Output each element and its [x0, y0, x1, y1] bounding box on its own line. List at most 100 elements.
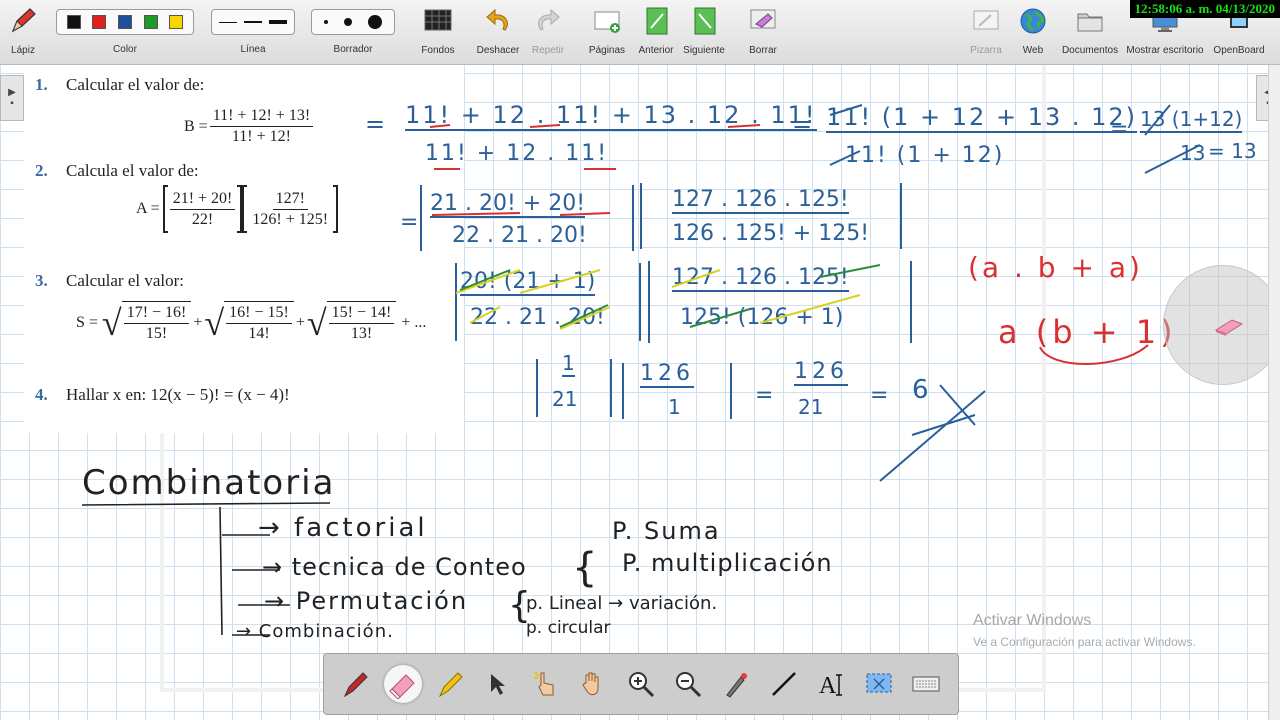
highlighter-icon	[438, 672, 463, 698]
redo-icon	[531, 4, 565, 38]
top-toolbar: Lápiz Color Línea Borrador Fondos Deshac…	[0, 0, 1280, 65]
ink-equals: =	[870, 383, 889, 408]
globe-icon	[1016, 4, 1050, 38]
screen-capture-icon	[866, 673, 892, 693]
ink-equals: =	[755, 383, 774, 408]
pointing-hand-icon	[533, 671, 554, 696]
color-black-swatch[interactable]	[66, 15, 81, 29]
previous-page-label: Anterior	[638, 45, 674, 56]
line-thick-option[interactable]	[268, 20, 287, 24]
undo-label: Deshacer	[476, 45, 520, 56]
pen-tool[interactable]: Lápiz	[6, 4, 40, 62]
eraser-size-selector	[311, 9, 395, 35]
previous-page-icon	[639, 4, 673, 38]
dock-interact-tool[interactable]	[527, 665, 565, 703]
ink-tecnica-de-conteo: → tecnica de Conteo	[262, 553, 527, 581]
text-icon: A	[819, 673, 843, 699]
line-medium-option[interactable]	[243, 21, 262, 23]
clear-board-button[interactable]: Borrar	[746, 4, 780, 62]
previous-page-button[interactable]: Anterior	[636, 4, 676, 62]
dock-text-tool[interactable]: A	[812, 665, 850, 703]
dock-pen-tool[interactable]	[337, 665, 375, 703]
line-icon	[771, 672, 796, 696]
dock-line-tool[interactable]	[765, 665, 803, 703]
clear-board-icon	[746, 4, 780, 38]
line-width-selector	[211, 9, 295, 35]
ink-p-circular: p. circular	[526, 618, 611, 638]
dock-hand-tool[interactable]	[574, 665, 612, 703]
pages-label: Páginas	[588, 45, 626, 56]
arrow-cursor-icon	[491, 674, 506, 695]
clock-display: 12:58:06 a. m. 04/13/2020	[1129, 0, 1280, 18]
backgrounds-label: Fondos	[421, 45, 455, 56]
dock-highlighter-tool[interactable]	[432, 665, 470, 703]
color-yellow-swatch[interactable]	[169, 15, 184, 29]
next-page-button[interactable]: Siguiente	[683, 4, 725, 62]
eraser-cursor-icon	[1214, 319, 1244, 336]
dock-capture-tool[interactable]	[860, 665, 898, 703]
color-label: Color	[113, 44, 137, 55]
ink-p-lineal: p. Lineal → variación.	[526, 593, 718, 614]
next-page-label: Siguiente	[683, 45, 725, 56]
dock-zoom-in-tool[interactable]	[622, 665, 660, 703]
laser-pointer-icon	[726, 673, 748, 698]
ink-p-suma: P. Suma	[612, 517, 721, 545]
color-red-swatch[interactable]	[92, 15, 107, 29]
dock-eraser-tool[interactable]	[384, 665, 423, 703]
backgrounds-icon	[421, 4, 455, 38]
eraser-medium-option[interactable]	[344, 18, 352, 26]
vertical-scrollbar[interactable]	[1268, 65, 1280, 720]
undo-icon	[481, 4, 515, 38]
color-blue-swatch[interactable]	[117, 15, 132, 29]
left-panel-toggle[interactable]: ▶ ▪	[0, 75, 24, 121]
hand-icon	[582, 672, 599, 696]
ink-row4-middle-numerator: 126	[794, 359, 848, 386]
ink-row4-f1-denominator: 21	[552, 387, 578, 411]
ink-factorial: → factorial	[258, 513, 428, 543]
eraser-cursor	[1163, 265, 1280, 385]
redo-label: Repetir	[531, 45, 565, 56]
eraser-icon	[389, 674, 416, 699]
dock-keyboard-tool[interactable]	[907, 665, 945, 703]
documents-label: Documentos	[1061, 45, 1119, 56]
backgrounds-button[interactable]: Fondos	[420, 4, 456, 62]
eraser-large-option[interactable]	[368, 15, 382, 29]
zoom-out-icon	[676, 672, 702, 698]
ink-row4-result: 6	[912, 375, 929, 405]
pen-label: Lápiz	[11, 45, 35, 56]
next-page-icon	[687, 4, 721, 38]
documents-button[interactable]: Documentos	[1062, 4, 1118, 62]
web-label: Web	[1022, 45, 1044, 56]
dock-selector-tool[interactable]	[479, 665, 517, 703]
redo-button[interactable]: Repetir	[530, 4, 566, 62]
line-label: Línea	[240, 44, 266, 55]
undo-button[interactable]: Deshacer	[476, 4, 520, 62]
ink-p-multiplicacion: P. multiplicación	[622, 549, 833, 577]
eraser-label: Borrador	[333, 44, 373, 55]
tool-dock: A	[323, 653, 959, 715]
zoom-in-icon	[628, 672, 655, 698]
board-button[interactable]: Pizarra	[968, 4, 1004, 62]
board-label: Pizarra	[970, 45, 1002, 56]
ink-row4-f1-numerator: 1	[562, 351, 575, 377]
folder-icon	[1073, 4, 1107, 38]
openboard-label: OpenBoard	[1213, 45, 1265, 56]
dock-laser-pointer-tool[interactable]	[717, 665, 755, 703]
svg-text:A: A	[819, 673, 837, 699]
whiteboard-canvas[interactable]: 1. Calcular el valor de: B = 11! + 12! +…	[0, 65, 1280, 720]
keyboard-icon	[912, 676, 940, 692]
ink-row4-middle-denominator: 21	[798, 395, 824, 419]
pages-button[interactable]: Páginas	[588, 4, 626, 62]
ink-row4-f2-denominator: 1	[668, 395, 681, 419]
dock-zoom-out-tool[interactable]	[669, 665, 707, 703]
web-button[interactable]: Web	[1018, 4, 1048, 62]
ink-red-expression: (a . b + a)	[968, 251, 1143, 284]
ink-brace: {	[572, 545, 598, 591]
pen-icon	[343, 672, 368, 698]
ink-row4-f2-numerator: 126	[640, 361, 694, 388]
color-green-swatch[interactable]	[143, 15, 158, 29]
eraser-small-option[interactable]	[324, 20, 328, 24]
panel-grip-icon: ▪	[10, 98, 14, 109]
board-icon	[969, 4, 1003, 38]
line-thin-option[interactable]	[219, 21, 238, 23]
